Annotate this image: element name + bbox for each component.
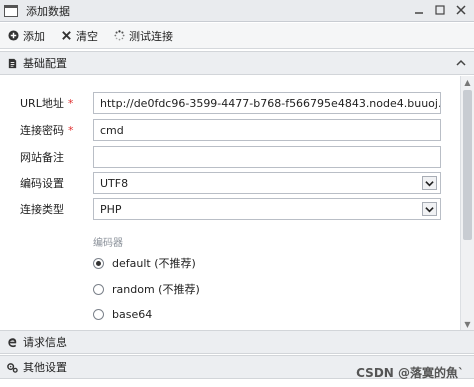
encoding-dropdown-arrow[interactable] (422, 176, 437, 190)
chevron-down-icon (425, 180, 434, 186)
section-request-title: 请求信息 (23, 336, 67, 349)
add-button-label: 添加 (23, 29, 45, 43)
radio-base64[interactable] (93, 309, 104, 320)
minimize-icon[interactable] (412, 3, 426, 17)
type-label: 连接类型 (20, 203, 64, 216)
scroll-up-icon[interactable]: ▲ (461, 76, 474, 88)
scroll-down-icon[interactable]: ▼ (461, 318, 474, 330)
section-other-title: 其他设置 (23, 361, 67, 374)
url-label: URL地址 * (20, 97, 74, 110)
encoder-option-label: base64 (112, 308, 153, 321)
window-title: 添加数据 (26, 4, 70, 18)
encoding-row: 编码设置 UTF8 (0, 172, 460, 194)
password-input[interactable]: cmd (93, 119, 441, 141)
x-icon (62, 31, 71, 40)
note-row: 网站备注 (0, 146, 460, 168)
watermark: CSDN @落寞的魚` (356, 366, 464, 380)
note-input[interactable] (93, 146, 441, 168)
encoder-option-default[interactable]: default (不推荐) (93, 255, 196, 271)
encoder-option-base64[interactable]: base64 (93, 308, 152, 321)
encoding-label: 编码设置 (20, 177, 64, 190)
radio-random[interactable] (93, 283, 104, 295)
type-value: PHP (100, 202, 122, 216)
encoder-label: 编码器 (93, 238, 123, 249)
gears-icon (7, 362, 18, 373)
window-controls (412, 3, 468, 17)
encoder-option-label: random (不推荐) (112, 283, 200, 296)
encoder-option-label: default (不推荐) (112, 257, 196, 270)
url-input[interactable]: http://de0fdc96-3599-4477-b768-f566795e4… (93, 92, 441, 114)
section-basic-header[interactable]: 基础配置 (0, 51, 474, 75)
clear-button-label: 清空 (76, 29, 98, 43)
basic-config-panel: URL地址 * http://de0fdc96-3599-4477-b768-f5… (0, 76, 474, 330)
radio-default[interactable] (93, 257, 104, 269)
spinner-icon (114, 30, 125, 41)
encoder-option-random[interactable]: random (不推荐) (93, 281, 200, 297)
type-dropdown-arrow[interactable] (422, 202, 437, 216)
scroll-thumb[interactable] (463, 90, 472, 240)
toolbar: 添加 清空 测试连接 (0, 23, 474, 49)
chevron-down-icon (425, 206, 434, 212)
type-select[interactable]: PHP (93, 198, 441, 220)
add-button[interactable]: 添加 (8, 28, 45, 44)
url-row: URL地址 * http://de0fdc96-3599-4477-b768-f5… (0, 92, 460, 114)
maximize-icon[interactable] (433, 3, 447, 17)
password-row: 连接密码 * cmd (0, 119, 460, 141)
password-label: 连接密码 * (20, 124, 74, 137)
test-connection-label: 测试连接 (129, 29, 173, 43)
file-icon (8, 58, 17, 68)
section-request-header[interactable]: 请求信息 (0, 330, 474, 354)
content-scrollbar[interactable]: ▲ ▼ (460, 76, 474, 330)
note-label: 网站备注 (20, 151, 64, 164)
chevron-up-icon (456, 59, 466, 66)
section-basic-title: 基础配置 (23, 57, 67, 70)
encoding-value: UTF8 (100, 176, 129, 190)
encoding-select[interactable]: UTF8 (93, 172, 441, 194)
window-titlebar: 添加数据 (0, 0, 474, 22)
ie-icon (8, 337, 17, 347)
clear-button[interactable]: 清空 (61, 28, 98, 44)
plus-circle-icon (8, 30, 19, 41)
close-icon[interactable] (454, 3, 468, 17)
window-icon (4, 4, 18, 17)
test-connection-button[interactable]: 测试连接 (114, 28, 173, 44)
type-row: 连接类型 PHP (0, 198, 460, 220)
